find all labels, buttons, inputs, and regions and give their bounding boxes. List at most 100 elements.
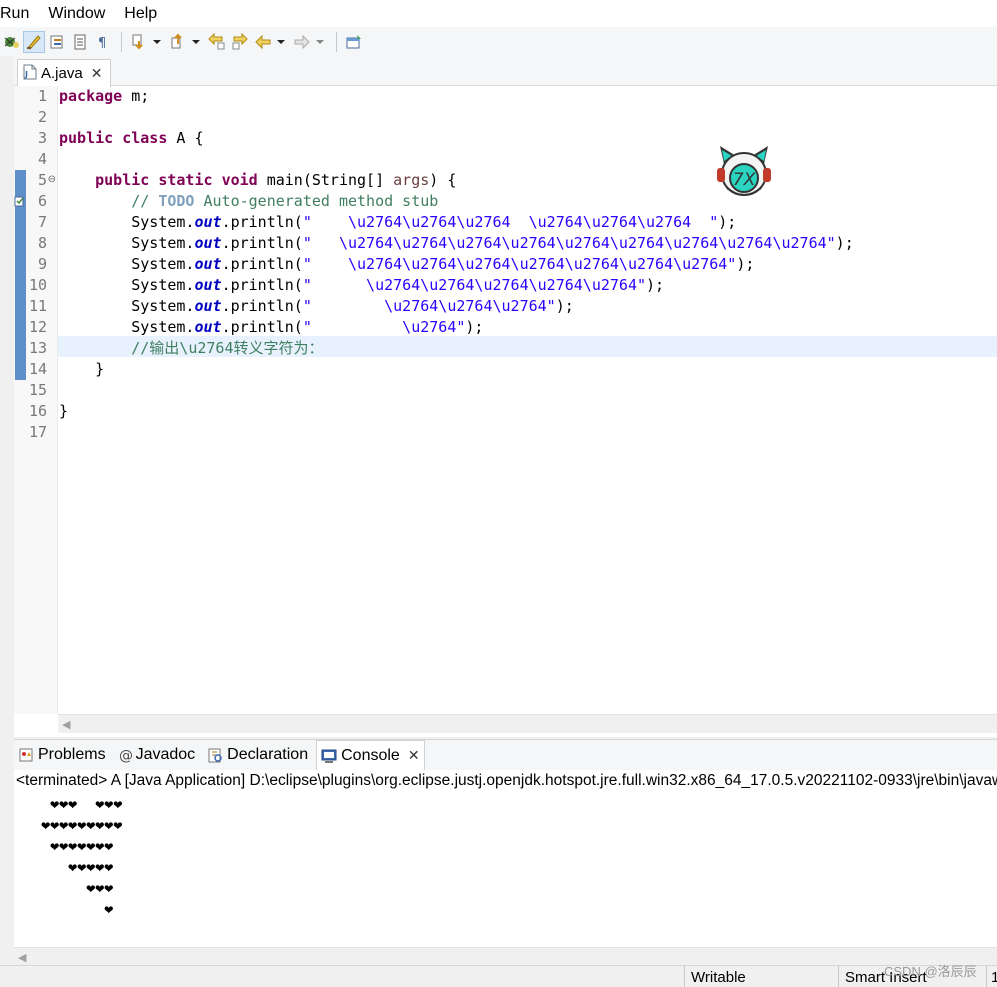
- scroll-left-icon[interactable]: ◀: [62, 718, 70, 731]
- java-file-icon: J: [23, 64, 37, 84]
- code-token: main(String[]: [257, 171, 394, 189]
- menu-help[interactable]: Help: [124, 0, 157, 27]
- code-line: System.out.println(" \u2764\u2764\u2764\…: [59, 233, 854, 254]
- code-token: );: [555, 297, 574, 315]
- menu-bar: Run Window Help: [0, 0, 997, 27]
- previous-annotation-icon[interactable]: [167, 31, 189, 53]
- next-annotation-icon[interactable]: [128, 31, 150, 53]
- code-token: }: [59, 402, 69, 420]
- line-number-ruler: 1 2 3 4 5 6 7 8 9 10 11 12 13 14 15 16 17 ⊖: [26, 86, 58, 714]
- code-line: System.out.println(" \u2764");: [59, 317, 483, 338]
- code-line: // TODO Auto-generated method stub: [59, 191, 438, 212]
- editor-tab-bar: J A.java ✕: [14, 56, 997, 87]
- toolbar-separator: [121, 31, 122, 52]
- show-whitespace-icon[interactable]: ¶: [92, 31, 114, 53]
- code-token: System.: [59, 255, 195, 273]
- console-process-header: <terminated> A [Java Application] D:\ecl…: [16, 772, 997, 789]
- line-number: 5: [37, 171, 47, 189]
- line-number: 14: [28, 360, 47, 378]
- javadoc-icon: @: [118, 747, 132, 763]
- code-token: out: [194, 318, 222, 336]
- code-token: " \u2764": [302, 318, 466, 336]
- line-number: 2: [37, 108, 47, 126]
- code-token: m;: [122, 87, 150, 105]
- previous-annotation-dropdown-icon[interactable]: [190, 31, 202, 53]
- toolbar-separator: [336, 31, 337, 52]
- line-number: 16: [28, 402, 47, 420]
- editor-area: J A.java ✕ 1 2 3 4 5 6 7 8 9 10 11 12 13 14 15 16 17 ⊖: [14, 56, 997, 737]
- status-writable: Writable: [684, 966, 838, 987]
- code-token: System.: [59, 297, 195, 315]
- mark-occurrences-icon[interactable]: [23, 30, 45, 53]
- code-token: " \u2764\u2764\u2764": [302, 297, 556, 315]
- code-token: TODO: [158, 192, 195, 210]
- declaration-icon: [207, 747, 223, 763]
- collapse-icon[interactable]: ⊖: [48, 174, 56, 186]
- code-token: A {: [167, 129, 204, 147]
- menu-run[interactable]: Run: [0, 0, 29, 27]
- forward-icon[interactable]: [291, 31, 313, 53]
- tab-declaration[interactable]: Declaration: [203, 740, 312, 770]
- console-icon: [321, 748, 337, 764]
- toggle-block-selection-icon[interactable]: [46, 31, 68, 53]
- watermark: CSDN @洛辰辰: [884, 964, 977, 979]
- code-line: //输出\u2764转义字符为：: [59, 338, 323, 359]
- tab-problems-label: Problems: [38, 746, 106, 763]
- menu-window[interactable]: Window: [48, 0, 105, 27]
- tab-javadoc[interactable]: @ Javadoc: [114, 740, 200, 770]
- console-output[interactable]: ❤❤❤ ❤❤❤ ❤❤❤❤❤❤❤❤❤ ❤❤❤❤❤❤❤ ❤❤❤❤❤ ❤❤❤ ❤: [14, 792, 997, 948]
- code-token: " \u2764\u2764\u2764 \u2764\u2764\u2764 …: [302, 213, 719, 231]
- scroll-left-icon[interactable]: ◀: [18, 951, 26, 964]
- tab-problems[interactable]: Problems: [14, 740, 110, 770]
- tab-declaration-label: Declaration: [227, 746, 309, 763]
- code-token: System.: [59, 318, 195, 336]
- close-icon[interactable]: ✕: [91, 65, 103, 82]
- line-number: 10: [28, 276, 47, 294]
- pin-editor-icon[interactable]: [343, 31, 365, 53]
- code-line: package m;: [59, 86, 149, 107]
- code-editor[interactable]: 7X package m; public class A { public sta…: [58, 86, 997, 714]
- annotation-ruler: [14, 86, 26, 714]
- next-edit-location-icon[interactable]: [229, 31, 251, 53]
- problems-icon: [18, 747, 34, 763]
- code-token: .println(: [221, 297, 303, 315]
- code-token: " \u2764\u2764\u2764\u2764\u2764": [302, 276, 647, 294]
- editor-horizontal-scrollbar[interactable]: ◀: [58, 714, 997, 733]
- console-line: ❤❤❤❤❤❤❤: [14, 837, 114, 855]
- next-annotation-dropdown-icon[interactable]: [151, 31, 163, 53]
- console-line: ❤❤❤❤❤❤❤❤❤: [14, 816, 123, 834]
- close-icon[interactable]: ✕: [408, 747, 420, 764]
- line-number: 15: [28, 381, 47, 399]
- task-marker-icon: [14, 194, 26, 208]
- back-dropdown-icon[interactable]: [275, 31, 287, 53]
- code-token: " \u2764\u2764\u2764\u2764\u2764\u2764\u…: [302, 234, 836, 252]
- console-horizontal-scrollbar[interactable]: ◀: [14, 947, 997, 966]
- line-number: 17: [28, 423, 47, 441]
- code-line: }: [59, 401, 68, 422]
- line-number: 9: [37, 255, 47, 273]
- forward-dropdown-icon[interactable]: [314, 31, 326, 53]
- editor-tab-a-java[interactable]: J A.java ✕: [17, 59, 111, 87]
- code-token: );: [646, 276, 665, 294]
- editor-tab-label: A.java: [41, 65, 83, 82]
- main-toolbar: ¶: [0, 27, 997, 56]
- code-token: package: [59, 87, 123, 105]
- status-cursor-position: 1: [986, 966, 997, 987]
- svg-text:J: J: [24, 70, 28, 79]
- code-token: .println(: [221, 276, 303, 294]
- code-token: public: [59, 129, 114, 147]
- debug-icon[interactable]: [0, 31, 22, 53]
- tab-console[interactable]: Console ✕: [316, 740, 425, 770]
- back-icon[interactable]: [252, 31, 274, 53]
- code-token: //: [131, 192, 159, 210]
- svg-text:¶: ¶: [98, 36, 106, 51]
- word-wrap-icon[interactable]: [69, 31, 91, 53]
- mascot-logo: 7X: [714, 144, 774, 202]
- line-number: 6: [37, 192, 47, 210]
- status-bar: Writable Smart Insert 1: [0, 965, 997, 987]
- last-edit-location-icon[interactable]: [206, 31, 228, 53]
- line-number: 8: [37, 234, 47, 252]
